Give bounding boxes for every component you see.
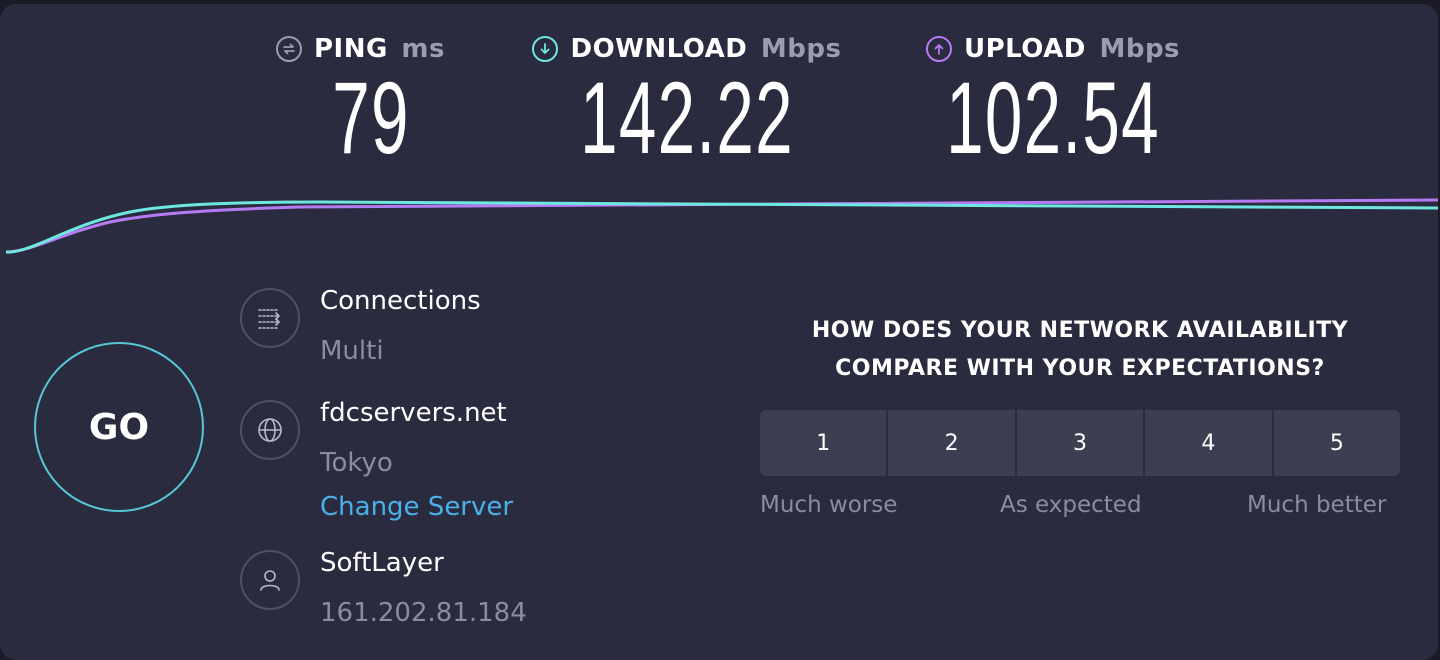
upload-metric: UPLOAD Mbps 102.54 (918, 34, 1188, 175)
rating-option-4[interactable]: 4 (1145, 410, 1272, 476)
connections-title: Connections (320, 286, 481, 316)
rating-option-1[interactable]: 1 (760, 410, 887, 476)
survey-question: HOW DOES YOUR NETWORK AVAILABILITY COMPA… (760, 312, 1400, 388)
ping-unit: ms (401, 34, 445, 64)
ping-value: 79 (332, 61, 410, 175)
connections-icon (240, 288, 300, 348)
upload-unit: Mbps (1099, 34, 1181, 64)
ping-icon (276, 36, 302, 62)
download-unit: Mbps (760, 34, 842, 64)
upload-arrow-icon (925, 36, 952, 62)
connections-mode[interactable]: Multi (320, 336, 384, 366)
ping-metric: PING ms 79 (276, 34, 456, 175)
rating-option-5[interactable]: 5 (1273, 410, 1400, 476)
download-metric: DOWNLOAD Mbps 142.22 (522, 34, 852, 175)
download-arrow-icon (532, 36, 559, 62)
download-value: 142.22 (580, 61, 794, 175)
upload-header: UPLOAD Mbps (925, 34, 1181, 64)
ping-header: PING ms (276, 34, 445, 64)
scale-label-high: Much better (1247, 492, 1387, 518)
download-label: DOWNLOAD (570, 34, 748, 64)
user-icon (240, 550, 300, 610)
scale-label-low: Much worse (760, 492, 898, 518)
upload-value: 102.54 (946, 61, 1160, 175)
rating-scale: 1 2 3 4 5 (760, 410, 1400, 476)
rating-option-3[interactable]: 3 (1016, 410, 1144, 476)
speed-graph (5, 198, 1438, 254)
survey-question-line-1: HOW DOES YOUR NETWORK AVAILABILITY (811, 318, 1349, 343)
server-host: fdcservers.net (320, 398, 507, 428)
rating-option-2[interactable]: 2 (888, 410, 1015, 476)
provider-ip: 161.202.81.184 (320, 598, 527, 628)
scale-label-mid: As expected (1000, 492, 1142, 518)
server-location: Tokyo (320, 448, 393, 478)
go-button[interactable]: GO (34, 342, 204, 512)
change-server-link[interactable]: Change Server (320, 492, 513, 522)
provider-name: SoftLayer (320, 548, 444, 578)
speedtest-panel: PING ms 79 DOWNLOAD Mbps 142.22 UPLOAD M… (0, 4, 1438, 660)
survey-question-line-2: COMPARE WITH YOUR EXPECTATIONS? (835, 356, 1325, 381)
download-header: DOWNLOAD Mbps (532, 34, 841, 64)
upload-label: UPLOAD (963, 34, 1086, 64)
globe-icon (240, 400, 300, 460)
ping-label: PING (314, 34, 388, 64)
